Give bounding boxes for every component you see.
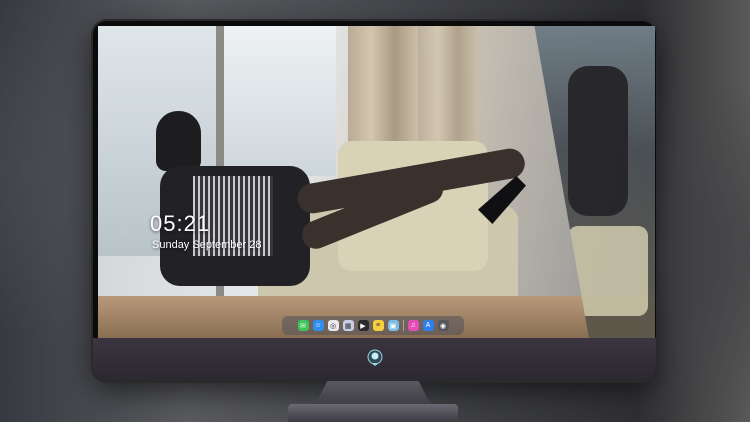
desktop-wallpaper — [98, 26, 655, 338]
dock: ✉ ☺ ◎ ▦ ▶ ≡ ▣ ♫ A ◉ — [282, 316, 464, 335]
brand-logo-icon — [367, 349, 383, 366]
lockscreen-clock: 05:21 — [150, 211, 211, 236]
messages-icon[interactable]: ✉ — [297, 320, 309, 331]
music-icon[interactable]: ♫ — [407, 320, 419, 331]
finder-icon[interactable]: ☺ — [312, 320, 324, 331]
app-store-icon[interactable]: A — [422, 320, 434, 331]
monitor-stand-base — [288, 404, 458, 422]
lockscreen-date: Sunday September 28 — [152, 239, 262, 251]
movie-icon[interactable]: ▶ — [357, 320, 369, 331]
mirror-reflection — [534, 26, 655, 338]
photos-icon[interactable]: ▦ — [342, 320, 354, 331]
camera-icon[interactable]: ◉ — [437, 320, 449, 331]
notes-icon[interactable]: ≡ — [372, 320, 384, 331]
window-pane-center — [224, 26, 336, 176]
person-head — [156, 111, 201, 171]
safari-icon[interactable]: ◎ — [327, 320, 339, 331]
dock-separator — [402, 320, 404, 331]
preview-icon[interactable]: ▣ — [387, 320, 399, 331]
